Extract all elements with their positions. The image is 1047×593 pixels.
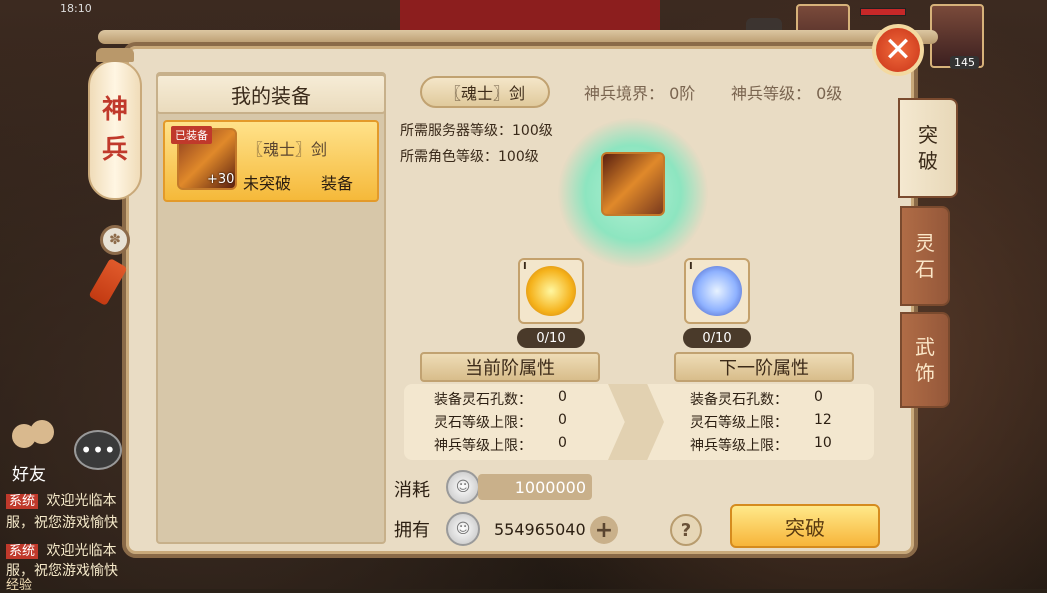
weapon-name-plaque: 〖魂士〗剑 — [420, 76, 550, 108]
system-badge: 系统 — [6, 544, 39, 559]
equipped-tag: 已装备 — [171, 126, 212, 144]
chat-text: 欢迎光临本 — [46, 543, 117, 559]
next-attr-title: 下一阶属性 — [674, 352, 854, 382]
level-info: 神兵等级： 0级 — [731, 80, 842, 104]
lantern-char-2: 兵 — [101, 135, 128, 165]
chat-text: 服，祝您游戏愉快 — [6, 515, 118, 531]
friends-label[interactable]: 好友 — [12, 460, 46, 485]
current-stone-slot[interactable]: I — [518, 258, 584, 324]
next-attr-label: 灵石等级上限： — [690, 415, 788, 431]
silver-coin-icon: ☺ — [446, 470, 480, 504]
close-button[interactable]: ✕ — [872, 24, 924, 76]
cost-value: 1000000 — [478, 474, 592, 500]
weapon-icon[interactable] — [601, 152, 665, 216]
enhance-level: +30 — [207, 172, 235, 187]
equipment-name: 〖魂士〗剑 — [247, 140, 328, 159]
blue-stone-icon — [692, 266, 742, 316]
level-value: 0级 — [816, 84, 843, 103]
equip-action-label: 装备 — [321, 174, 354, 193]
player-level-badge: 145 — [950, 56, 979, 69]
realm-value: 0阶 — [669, 84, 696, 103]
gold-stone-icon — [526, 266, 576, 316]
next-stone-count: 0/10 — [683, 328, 751, 348]
current-attr-title: 当前阶属性 — [420, 352, 600, 382]
chat-text: 服，祝您游戏愉快 — [6, 563, 118, 579]
current-attr-label: 装备灵石孔数： — [434, 392, 532, 408]
breakthrough-button[interactable]: 突破 — [730, 504, 880, 548]
breakthrough-state: 未突破 — [243, 174, 292, 193]
help-button[interactable]: ? — [670, 514, 702, 546]
required-server-level: 所需服务器等级：100级 — [400, 123, 553, 139]
chat-text: 欢迎光临本 — [46, 493, 117, 509]
next-attr-label: 神兵等级上限： — [690, 438, 788, 454]
cost-label: 消耗 — [394, 480, 430, 501]
level-label: 神兵等级： — [731, 84, 812, 103]
tab-char: 突 — [918, 123, 938, 147]
tab-char: 武 — [915, 335, 935, 359]
current-attr-label: 神兵等级上限： — [434, 438, 532, 454]
own-label: 拥有 — [394, 520, 430, 541]
lantern-cap — [96, 48, 134, 62]
realm-label: 神兵境界： — [584, 84, 665, 103]
chat-icon[interactable]: ••• — [74, 430, 122, 470]
chat-line: 系统 欢迎光临本 — [6, 490, 116, 510]
tab-weapon-ornament[interactable]: 武 饰 — [900, 312, 950, 408]
chat-line: 服，祝您游戏愉快 — [6, 512, 118, 532]
lantern-title: 神 兵 — [88, 60, 142, 200]
equipment-item[interactable]: 已装备 +30 〖魂士〗剑 未突破 装备 — [163, 120, 379, 202]
chat-line: 服，祝您游戏愉快 — [6, 560, 118, 580]
equipment-list-title: 我的装备 — [156, 74, 386, 114]
next-stone-slot[interactable]: I — [684, 258, 750, 324]
next-attr-label: 装备灵石孔数： — [690, 392, 788, 408]
current-attr-value: 0 — [558, 389, 567, 405]
tab-breakthrough[interactable]: 突 破 — [898, 98, 958, 198]
tab-char: 石 — [915, 257, 935, 281]
required-role-level: 所需角色等级：100级 — [400, 149, 539, 165]
current-attr-label: 灵石等级上限： — [434, 415, 532, 431]
next-attr-value: 0 — [814, 389, 823, 405]
knot-ornament-icon: ✽ — [100, 225, 130, 255]
current-attr-value: 0 — [558, 435, 567, 451]
tab-spirit-stone[interactable]: 灵 石 — [900, 206, 950, 306]
next-attr-value: 12 — [814, 412, 832, 428]
status-time: 18:10 — [60, 2, 92, 15]
realm-info: 神兵境界： 0阶 — [584, 80, 695, 104]
current-attr-value: 0 — [558, 412, 567, 428]
stone-tier: I — [523, 261, 527, 272]
chat-line: 系统 欢迎光临本 — [6, 540, 116, 560]
friend-head-shape — [30, 420, 54, 444]
lantern-char-1: 神 — [101, 95, 128, 125]
tab-char: 灵 — [915, 231, 935, 255]
stone-tier: I — [689, 261, 693, 272]
silver-coin-icon: ☺ — [446, 512, 480, 546]
next-attr-value: 10 — [814, 435, 832, 451]
current-stone-count: 0/10 — [517, 328, 585, 348]
tab-char: 破 — [918, 149, 938, 173]
own-value: 554965040 — [494, 519, 586, 539]
tab-char: 饰 — [915, 361, 935, 385]
system-badge: 系统 — [6, 494, 39, 509]
hp-bar — [860, 8, 906, 16]
add-currency-button[interactable]: + — [590, 516, 618, 544]
